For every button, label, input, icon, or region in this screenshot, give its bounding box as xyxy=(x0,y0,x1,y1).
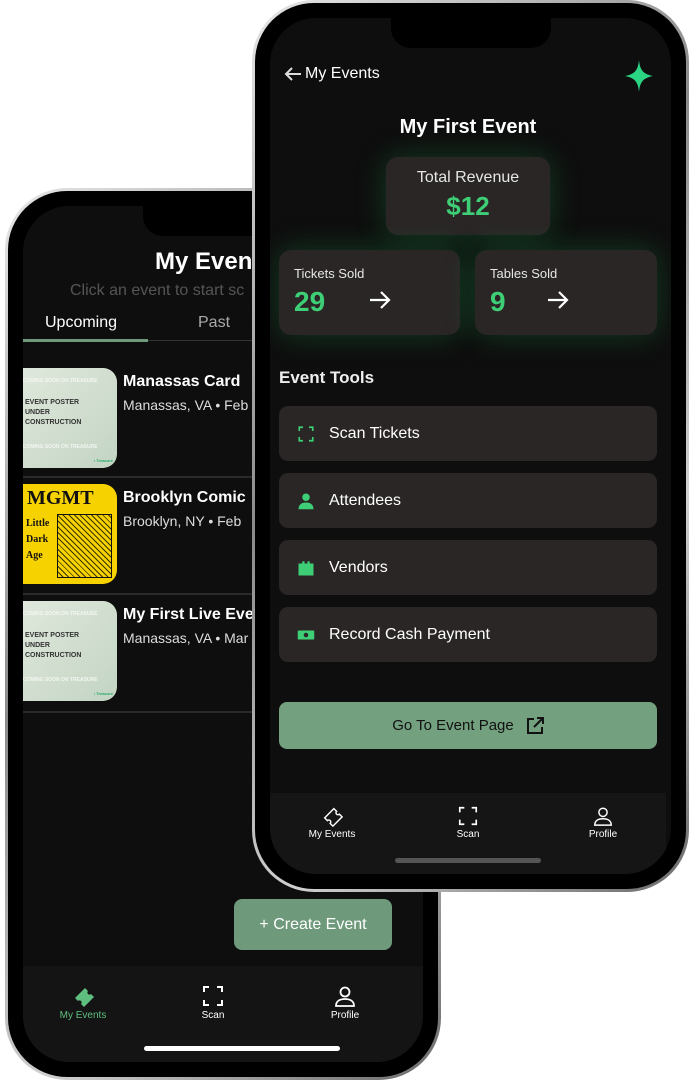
arrow-right-icon xyxy=(370,291,391,309)
store-icon xyxy=(298,560,314,575)
tab-past[interactable]: Past xyxy=(198,314,230,332)
person-icon xyxy=(335,986,355,1007)
tab-bar: My Events Scan Profile xyxy=(23,966,423,1062)
scan-icon xyxy=(298,425,314,442)
person-icon xyxy=(594,807,612,826)
arrow-right-icon xyxy=(548,291,569,309)
total-revenue-card: Total Revenue $12 xyxy=(386,157,550,235)
external-link-icon xyxy=(526,716,544,734)
ticket-icon xyxy=(323,807,343,827)
arrow-left-icon xyxy=(284,67,301,81)
tab-scan[interactable]: Scan xyxy=(173,984,253,1021)
notch xyxy=(390,18,551,48)
page-title: My Even xyxy=(155,248,253,275)
event-dashboard-screen: My Events My First Event Total Revenue $… xyxy=(270,18,671,874)
tab-my-events[interactable]: My Events xyxy=(43,984,123,1021)
tools-heading: Event Tools xyxy=(279,368,375,387)
record-cash-payment-button[interactable]: Record Cash Payment xyxy=(279,607,657,662)
back-button[interactable]: My Events xyxy=(284,65,380,83)
tab-profile[interactable]: Profile xyxy=(305,984,385,1021)
tab-upcoming[interactable]: Upcoming xyxy=(45,314,117,332)
event-title: My First Event xyxy=(399,116,537,138)
tables-sold-card[interactable]: Tables Sold 9 xyxy=(475,250,657,335)
tab-bar: My Events Scan Profile xyxy=(270,793,666,874)
front-phone: My Events My First Event Total Revenue $… xyxy=(252,0,689,892)
home-indicator xyxy=(395,858,541,863)
poster-illustration xyxy=(57,514,112,578)
person-icon xyxy=(298,493,314,509)
create-event-button[interactable]: + Create Event xyxy=(234,899,392,950)
event-location-date: Manassas, VA • Feb xyxy=(123,397,249,413)
event-poster: MGMT Little Dark Age xyxy=(23,484,117,584)
attendees-button[interactable]: Attendees xyxy=(279,473,657,528)
tab-my-events[interactable]: My Events xyxy=(292,805,372,840)
event-title: Manassas Card xyxy=(123,373,241,390)
ticket-icon xyxy=(75,988,94,1007)
tab-scan[interactable]: Scan xyxy=(428,805,508,840)
tickets-sold-card[interactable]: Tickets Sold 29 xyxy=(279,250,460,335)
event-location-date: Brooklyn, NY • Feb xyxy=(123,513,242,529)
tickets-value: 29 xyxy=(294,286,326,317)
scan-icon xyxy=(203,986,223,1006)
tables-value: 9 xyxy=(490,286,506,317)
sparkle-icon xyxy=(625,60,653,92)
go-to-event-page-button[interactable]: Go To Event Page xyxy=(279,702,657,749)
event-poster: COMING SOON ON TREASURE EVENT POSTER UND… xyxy=(23,601,117,701)
event-title: My First Live Eve xyxy=(123,606,254,623)
page-subtitle: Click an event to start sc xyxy=(70,282,245,299)
event-poster: COMING SOON ON TREASURE EVENT POSTER UND… xyxy=(23,368,117,468)
event-title: Brooklyn Comic xyxy=(123,489,246,506)
revenue-value: $12 xyxy=(446,191,490,221)
tab-profile[interactable]: Profile xyxy=(563,805,643,840)
active-tab-indicator xyxy=(23,339,148,342)
cash-icon xyxy=(297,630,315,639)
scan-tickets-button[interactable]: Scan Tickets xyxy=(279,406,657,461)
vendors-button[interactable]: Vendors xyxy=(279,540,657,595)
home-indicator xyxy=(144,1046,340,1051)
event-location-date: Manassas, VA • Mar xyxy=(123,630,249,646)
scan-icon xyxy=(458,806,478,826)
